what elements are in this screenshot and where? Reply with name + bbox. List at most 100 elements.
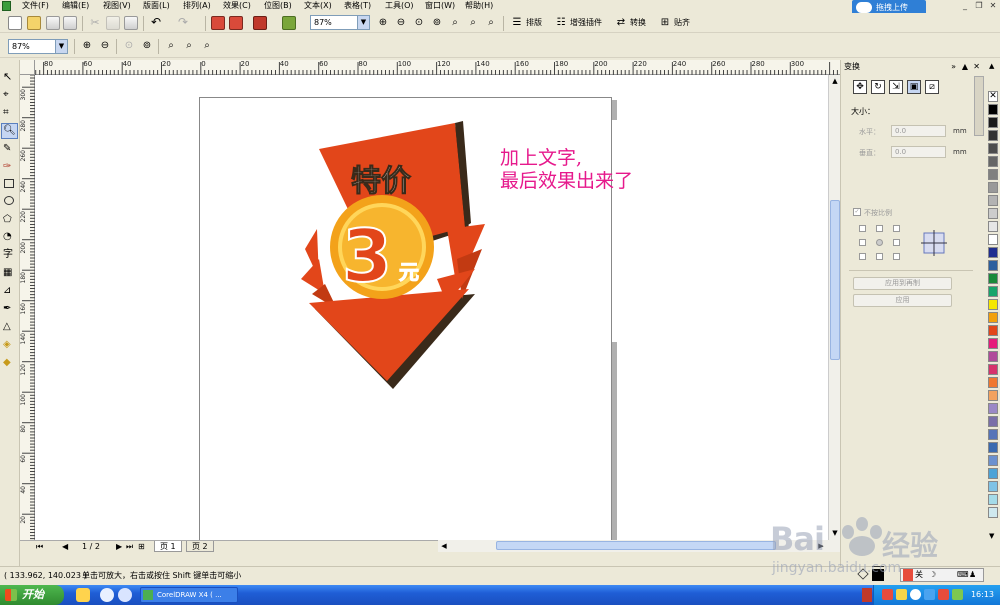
last-page-icon[interactable]: ⏭ xyxy=(126,541,133,552)
export-icon[interactable] xyxy=(229,16,243,30)
menu-table[interactable]: 表格(T) xyxy=(344,0,371,12)
zoom-out-icon[interactable]: ⊖ xyxy=(394,16,408,30)
palette-swatch[interactable] xyxy=(988,143,998,154)
apply-to-duplicate-button[interactable]: 应用到再制 xyxy=(853,277,952,290)
rotate-tab-icon[interactable]: ↻ xyxy=(871,80,885,94)
price-tag-artwork[interactable]: 特价 3 元 xyxy=(297,119,487,389)
first-page-icon[interactable]: ⏮ xyxy=(36,541,43,552)
palette-swatch[interactable] xyxy=(988,494,998,505)
palette-swatch[interactable] xyxy=(988,130,998,141)
palette-swatch[interactable] xyxy=(988,481,998,492)
menu-view[interactable]: 视图(V) xyxy=(103,0,131,12)
palette-swatch[interactable] xyxy=(988,338,998,349)
copy-icon[interactable] xyxy=(106,16,120,30)
zoom-selected-icon[interactable]: ⊙ xyxy=(412,16,426,30)
horizontal-ruler[interactable]: 80 60 40 20 0 20 40 60 80 100 120 140 160 180 200 220 24… xyxy=(20,60,840,75)
anchor-middle-right[interactable] xyxy=(893,239,900,246)
palette-swatch[interactable] xyxy=(988,260,998,271)
palette-swatch[interactable] xyxy=(988,312,998,323)
rectangle-tool-icon[interactable] xyxy=(4,179,14,188)
palette-swatch[interactable] xyxy=(988,286,998,297)
palette-swatch[interactable] xyxy=(988,221,998,232)
typeset-plugin-icon[interactable]: ☰ xyxy=(510,16,524,30)
minimize-icon[interactable]: _ xyxy=(958,0,972,11)
undo-icon[interactable]: ↶ xyxy=(149,16,163,30)
palette-swatch[interactable] xyxy=(988,247,998,258)
anchor-bottom-right[interactable] xyxy=(893,253,900,260)
add-page-icon[interactable]: ⊞ xyxy=(138,541,145,552)
snap-plugin-label[interactable]: 贴齐 xyxy=(674,16,690,30)
open-folder-icon[interactable] xyxy=(27,16,41,30)
welcome-screen-icon[interactable] xyxy=(282,16,296,30)
zoom-all-icon[interactable]: ⊚ xyxy=(430,16,444,30)
convert-plugin-icon[interactable]: ⇄ xyxy=(614,16,628,30)
caption-line-2[interactable]: 最后效果出来了 xyxy=(500,170,633,193)
interactive-fill-tool-icon[interactable]: ◆ xyxy=(3,356,16,369)
zoom-tool-icon[interactable]: 🔍︎ xyxy=(1,123,18,139)
anchor-middle-left[interactable] xyxy=(859,239,866,246)
palette-swatch[interactable] xyxy=(988,117,998,128)
palette-swatch[interactable] xyxy=(988,351,998,362)
palette-swatch[interactable] xyxy=(988,364,998,375)
ellipse-tool-icon[interactable] xyxy=(4,196,14,205)
close-icon[interactable]: ✕ xyxy=(986,0,1000,11)
palette-swatch[interactable] xyxy=(988,195,998,206)
palette-swatch[interactable] xyxy=(988,234,998,245)
zoom-page-icon[interactable]: ⌕ xyxy=(164,39,178,53)
cut-icon[interactable]: ✂ xyxy=(88,16,102,30)
property-zoom-combo[interactable]: 87% ▼ xyxy=(8,39,68,54)
tray-icon-6[interactable] xyxy=(952,589,963,600)
zoom-in-icon[interactable]: ⊕ xyxy=(376,16,390,30)
typeset-plugin-label[interactable]: 排版 xyxy=(526,16,542,30)
quicklaunch-desktop-icon[interactable] xyxy=(76,588,90,602)
size-tab-icon[interactable]: ▣ xyxy=(907,80,921,94)
taskbar-clock[interactable]: 16:13 xyxy=(971,585,994,605)
horizontal-input[interactable]: 0.0 xyxy=(891,125,946,137)
anchor-top-right[interactable] xyxy=(893,225,900,232)
palette-swatch[interactable] xyxy=(988,325,998,336)
scale-tab-icon[interactable]: ⇲ xyxy=(889,80,903,94)
coreldraw-app-icon[interactable] xyxy=(2,1,11,11)
snap-plugin-icon[interactable]: ⊞ xyxy=(658,16,672,30)
palette-swatch[interactable] xyxy=(988,104,998,115)
application-launcher-icon[interactable] xyxy=(253,16,267,30)
pick-tool-icon[interactable]: ↖ xyxy=(3,70,16,83)
eyedropper-tool-icon[interactable]: ✒ xyxy=(3,302,16,315)
proportional-checkbox[interactable]: ✓ xyxy=(853,208,861,216)
zoom-height-icon[interactable]: ⌕ xyxy=(200,39,214,53)
dimension-tool-icon[interactable]: ⊿ xyxy=(3,284,16,297)
position-tab-icon[interactable]: ✥ xyxy=(853,80,867,94)
zoom-height-icon[interactable]: ⌕ xyxy=(484,16,498,30)
paste-icon[interactable] xyxy=(124,16,138,30)
prev-page-icon[interactable]: ◀ xyxy=(62,541,68,552)
anchor-bottom-left[interactable] xyxy=(859,253,866,260)
palette-swatch[interactable] xyxy=(988,442,998,453)
vertical-ruler[interactable]: 300 280 260 240 220 200 180 160 140 120 100 80 60 40 2… xyxy=(20,75,35,540)
tray-icon-4[interactable] xyxy=(924,589,935,600)
palette-swatch[interactable] xyxy=(988,429,998,440)
zoom-all-icon[interactable]: ⊚ xyxy=(140,39,154,53)
caption-line-1[interactable]: 加上文字, xyxy=(500,147,582,170)
palette-swatch[interactable] xyxy=(988,156,998,167)
crop-tool-icon[interactable]: ⌗ xyxy=(3,106,16,119)
next-page-icon[interactable]: ▶ xyxy=(116,541,122,552)
new-doc-icon[interactable] xyxy=(8,16,22,30)
tray-icon-3[interactable] xyxy=(910,589,921,600)
polygon-tool-icon[interactable]: ⬠ xyxy=(3,213,16,226)
palette-swatch[interactable] xyxy=(988,390,998,401)
save-icon[interactable] xyxy=(46,16,60,30)
scroll-left-icon[interactable]: ◀ xyxy=(439,541,449,551)
palette-swatch[interactable] xyxy=(988,468,998,479)
import-icon[interactable] xyxy=(211,16,225,30)
tray-icon-2[interactable] xyxy=(896,589,907,600)
palette-swatch[interactable] xyxy=(988,299,998,310)
apply-button[interactable]: 应用 xyxy=(853,294,952,307)
zoom-levels-combo[interactable]: 87% ▼ xyxy=(310,15,370,30)
anchor-center[interactable] xyxy=(876,239,883,246)
palette-swatch[interactable] xyxy=(988,182,998,193)
shape-tool-icon[interactable]: ⌖ xyxy=(3,88,16,101)
tray-icon-1[interactable] xyxy=(882,589,893,600)
palette-scroll-up-icon[interactable]: ▲ xyxy=(989,62,994,70)
page-tab-2[interactable]: 页 2 xyxy=(186,541,214,552)
menu-bitmaps[interactable]: 位图(B) xyxy=(264,0,292,12)
